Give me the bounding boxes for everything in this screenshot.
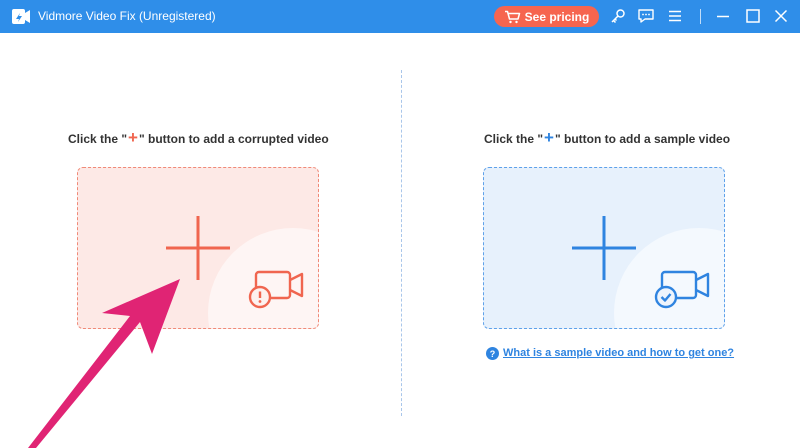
see-pricing-button[interactable]: See pricing bbox=[494, 6, 599, 27]
toolbar-separator bbox=[700, 9, 701, 24]
app-title: Vidmore Video Fix (Unregistered) bbox=[38, 9, 216, 23]
red-plus-glyph: + bbox=[128, 128, 138, 147]
chat-icon[interactable] bbox=[637, 7, 655, 25]
add-sample-video-button[interactable] bbox=[483, 167, 725, 329]
title-bar: Vidmore Video Fix (Unregistered) See pri… bbox=[0, 0, 800, 33]
see-pricing-label: See pricing bbox=[524, 9, 590, 24]
app-icon bbox=[12, 9, 30, 24]
minimize-icon[interactable] bbox=[714, 7, 732, 25]
sample-video-caption: Click the " + " button to add a sample v… bbox=[484, 128, 731, 147]
add-plus-icon bbox=[572, 216, 636, 280]
blue-plus-glyph: + bbox=[544, 128, 554, 147]
corrupted-video-caption: Click the " + " button to add a corrupte… bbox=[68, 128, 329, 147]
close-icon[interactable] bbox=[772, 7, 790, 25]
maximize-icon[interactable] bbox=[744, 7, 762, 25]
sample-camera-icon bbox=[654, 270, 710, 309]
sample-video-help-link[interactable]: What is a sample video and how to get on… bbox=[503, 346, 739, 360]
menu-icon[interactable] bbox=[666, 7, 684, 25]
key-icon[interactable] bbox=[609, 7, 627, 25]
help-icon: ? bbox=[486, 347, 499, 360]
cart-icon bbox=[504, 10, 520, 23]
corrupted-camera-icon bbox=[248, 270, 304, 309]
panel-divider bbox=[401, 70, 402, 416]
add-corrupted-video-button[interactable] bbox=[77, 167, 319, 329]
add-plus-icon bbox=[166, 216, 230, 280]
